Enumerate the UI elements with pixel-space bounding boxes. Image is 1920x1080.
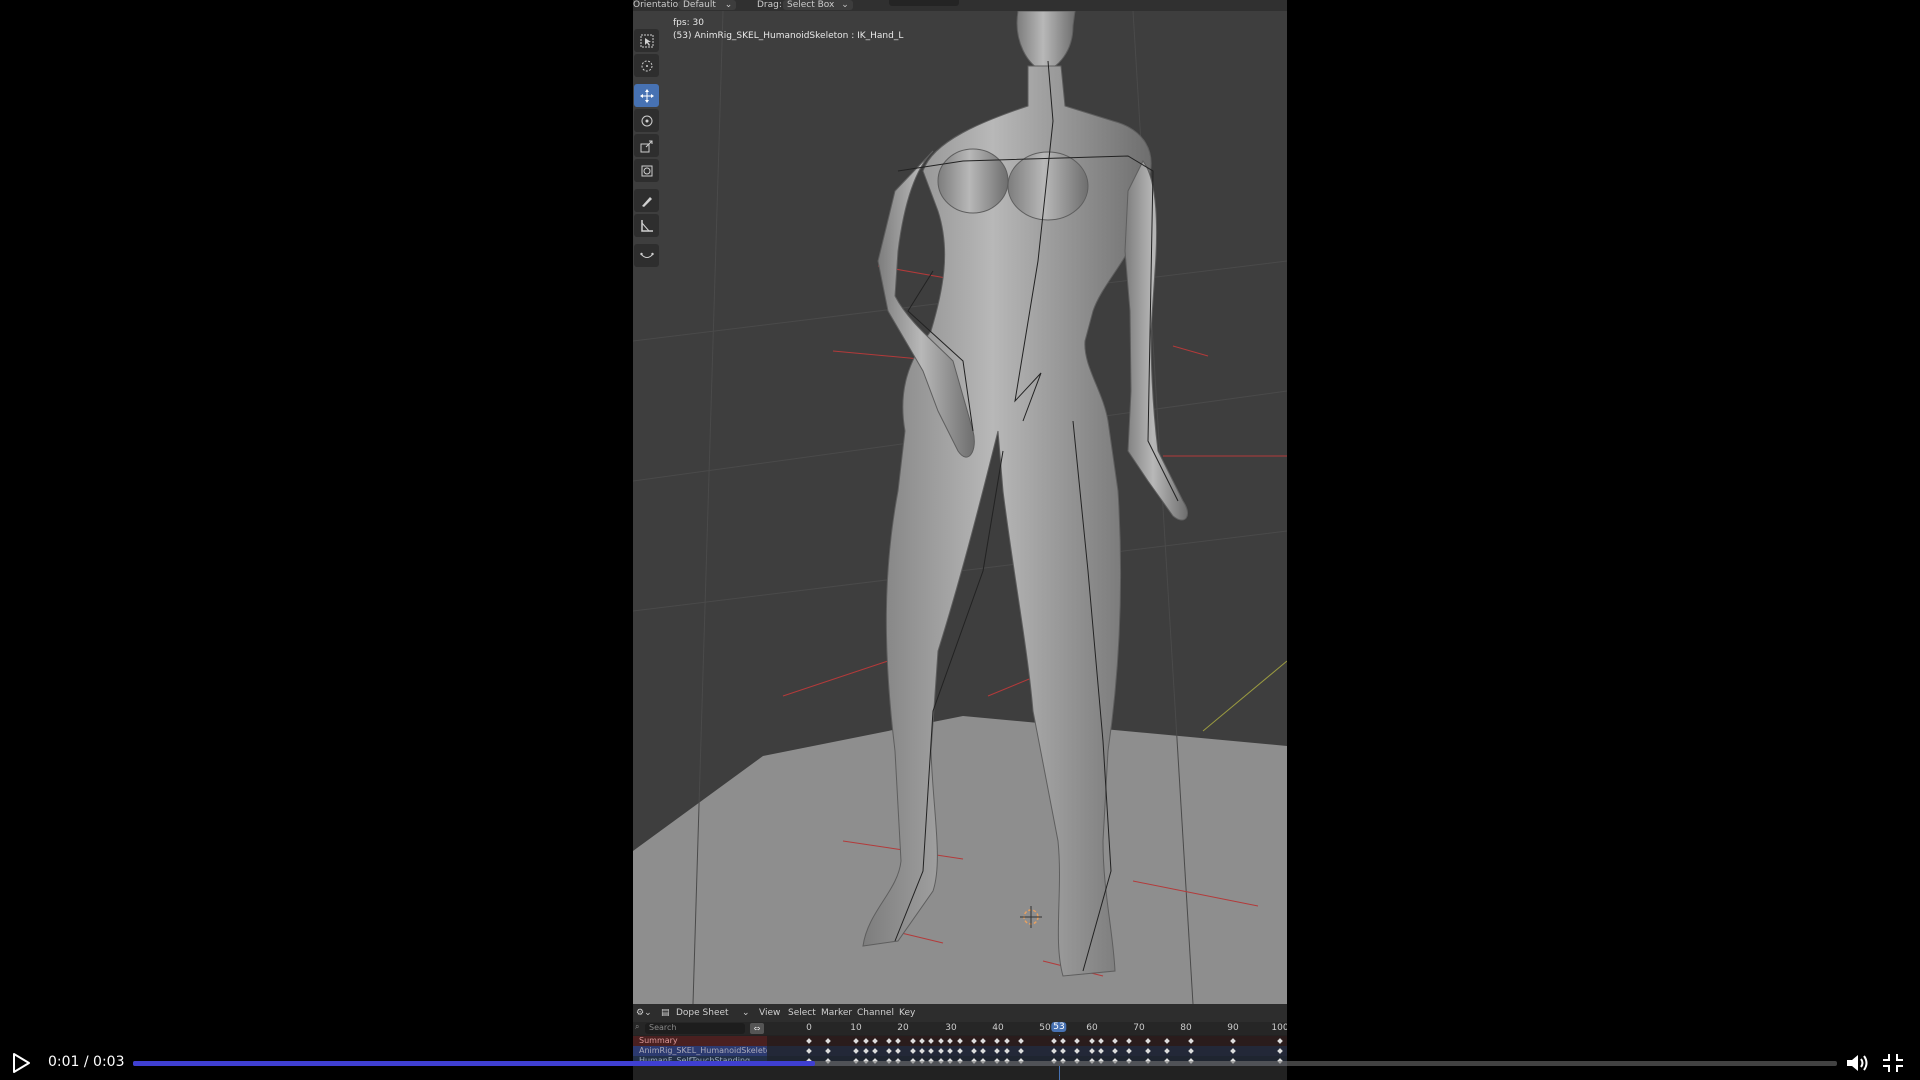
playback-time: 0:01 / 0:03	[48, 1054, 125, 1070]
keyframe[interactable]	[1112, 1038, 1118, 1044]
exit-fullscreen-icon[interactable]	[1881, 1052, 1905, 1074]
chevron-down-icon: ⌄	[742, 1008, 750, 1018]
frame-tick: 20	[897, 1023, 909, 1033]
frame-tick: 50	[1039, 1023, 1051, 1033]
blender-window: Orientation: Default ⌄ Drag: Select Box …	[633, 0, 1287, 1080]
frame-tick: 30	[945, 1023, 957, 1033]
keyframe[interactable]	[806, 1038, 812, 1044]
channel-search: ⌕ Search ⇔	[633, 1022, 767, 1035]
menu-marker[interactable]: Marker	[821, 1008, 852, 1018]
frame-tick: 80	[1180, 1023, 1192, 1033]
frame-tick: 70	[1133, 1023, 1145, 1033]
fps-readout: fps: 30	[673, 18, 704, 28]
keyframe[interactable]	[1230, 1038, 1236, 1044]
keyframe[interactable]	[1051, 1038, 1057, 1044]
keyframe[interactable]	[928, 1038, 935, 1044]
keyframe[interactable]	[1018, 1038, 1024, 1044]
select-box-icon[interactable]	[634, 29, 659, 52]
frame-tick: 0	[806, 1023, 812, 1033]
search-placeholder: Search	[649, 1023, 677, 1032]
keyframe[interactable]	[980, 1038, 987, 1044]
chevron-down-icon: ⌄	[841, 0, 849, 10]
floor-plane	[633, 716, 1287, 1004]
menu-channel[interactable]: Channel	[857, 1008, 894, 1018]
bone-curve-icon[interactable]	[634, 244, 659, 267]
play-icon[interactable]	[10, 1052, 32, 1074]
drag-label: Drag:	[757, 0, 782, 10]
keyframe[interactable]	[862, 1038, 869, 1044]
drag-value: Select Box	[787, 0, 835, 10]
keyframe[interactable]	[1003, 1038, 1010, 1044]
dope-sheet-icon: ▤	[661, 1008, 670, 1018]
keyframe[interactable]	[1277, 1038, 1283, 1044]
frame-tick: 40	[992, 1023, 1004, 1033]
keyframe[interactable]	[909, 1038, 916, 1044]
keyframe[interactable]	[1088, 1038, 1095, 1044]
scene-render	[633, 11, 1287, 1004]
keyframe[interactable]	[853, 1038, 859, 1044]
scale-icon[interactable]	[634, 134, 659, 157]
frame-tick: 90	[1227, 1023, 1239, 1033]
frame-tick: 10	[850, 1023, 862, 1033]
volume-icon[interactable]	[1845, 1052, 1871, 1074]
keyframe[interactable]	[1126, 1038, 1133, 1044]
measure-icon[interactable]	[634, 214, 659, 237]
keyframe[interactable]	[1164, 1038, 1170, 1044]
keyframe[interactable]	[824, 1038, 831, 1044]
keyframe[interactable]	[919, 1038, 925, 1044]
tool-shelf	[633, 28, 660, 269]
keyframe[interactable]	[895, 1038, 902, 1044]
editor-type-icon[interactable]: ⚙⌄	[636, 1008, 652, 1018]
drag-dropdown[interactable]: Select Box ⌄	[783, 0, 853, 10]
cursor-icon[interactable]	[634, 54, 659, 77]
menu-view[interactable]: View	[759, 1008, 780, 1018]
keyframe[interactable]	[1187, 1038, 1194, 1044]
keyframe[interactable]	[956, 1038, 963, 1044]
dope-sheet-header: ⚙⌄ ▤ Dope Sheet ⌄ View Select Marker Cha…	[633, 1004, 1287, 1022]
keyframe[interactable]	[1098, 1038, 1104, 1044]
current-frame-indicator[interactable]: 53	[1051, 1022, 1067, 1032]
frame-tick: 60	[1086, 1023, 1098, 1033]
annotate-icon[interactable]	[634, 189, 659, 212]
y-axis-line	[1202, 660, 1287, 732]
swap-icon[interactable]: ⇔	[750, 1023, 764, 1034]
header-tab[interactable]	[889, 0, 959, 6]
keyframe[interactable]	[947, 1038, 954, 1044]
orientation-value: Default	[683, 0, 716, 10]
keyframe[interactable]	[1074, 1038, 1081, 1044]
rotate-icon[interactable]	[634, 109, 659, 132]
keyframe[interactable]	[872, 1038, 878, 1044]
video-player-controls: 0:01 / 0:03	[0, 1044, 1920, 1080]
keyframe[interactable]	[994, 1038, 1001, 1044]
keyframe[interactable]	[971, 1038, 977, 1044]
move-icon[interactable]	[634, 84, 659, 107]
menu-key[interactable]: Key	[899, 1008, 915, 1018]
viewport-header: Orientation: Default ⌄ Drag: Select Box …	[633, 0, 1287, 11]
keyframe[interactable]	[886, 1038, 892, 1044]
menu-select[interactable]: Select	[788, 1008, 816, 1018]
keyframe[interactable]	[938, 1038, 944, 1044]
search-icon: ⌕	[635, 1022, 640, 1031]
seek-bar[interactable]	[133, 1061, 1837, 1066]
keyframe[interactable]	[1060, 1038, 1067, 1044]
mode-dropdown[interactable]: Dope Sheet	[676, 1008, 729, 1018]
frame-tick: 100	[1271, 1023, 1287, 1033]
active-object-readout: (53) AnimRig_SKEL_HumanoidSkeleton : IK_…	[673, 31, 904, 41]
transform-icon[interactable]	[634, 159, 659, 182]
seek-progress	[133, 1061, 815, 1066]
3d-viewport[interactable]: fps: 30 (53) AnimRig_SKEL_HumanoidSkelet…	[633, 11, 1287, 1004]
keyframe[interactable]	[1145, 1038, 1151, 1044]
chevron-down-icon: ⌄	[724, 0, 733, 10]
orientation-dropdown[interactable]: Default ⌄	[679, 0, 737, 10]
frame-ruler[interactable]: 0 10 20 30 40 50 60 70 80 90 100 53	[767, 1022, 1287, 1035]
